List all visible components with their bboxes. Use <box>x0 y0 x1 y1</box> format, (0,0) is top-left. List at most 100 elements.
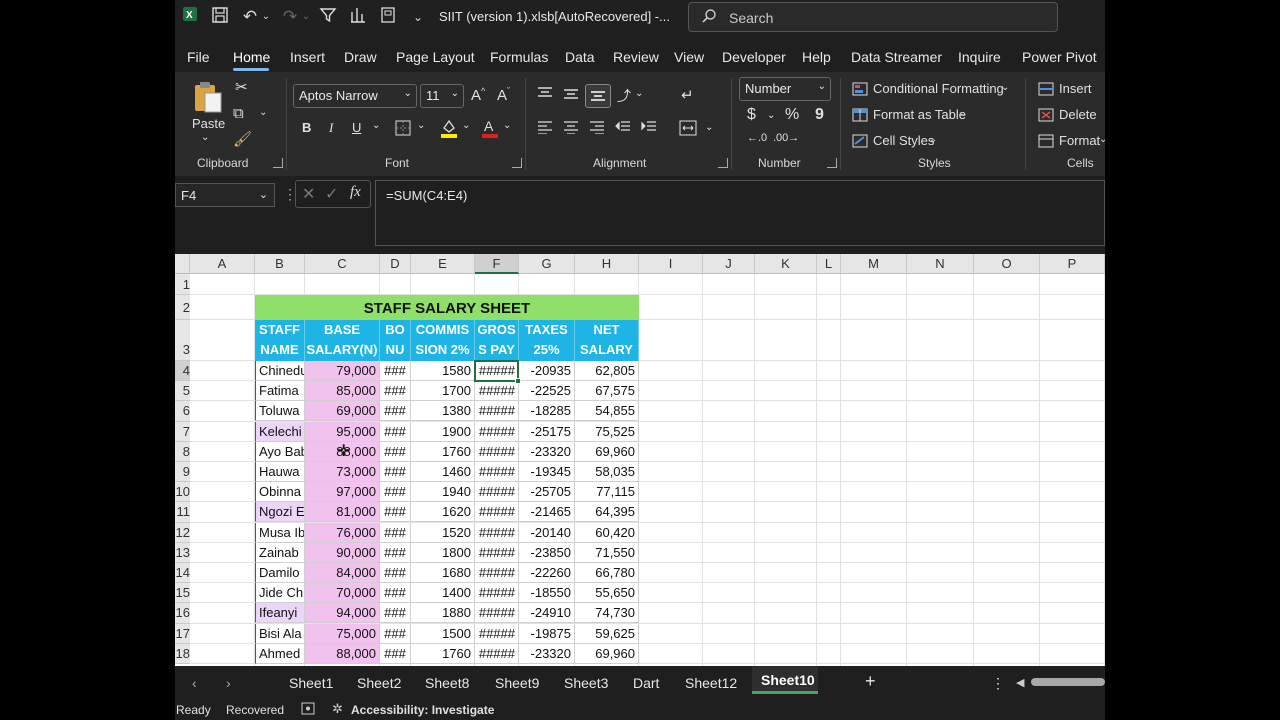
tab-view[interactable]: View <box>674 49 704 65</box>
chevron-down-icon[interactable]: ⌄ <box>1099 134 1105 145</box>
row-header-8[interactable]: 8 <box>175 441 190 462</box>
cell-bonus[interactable]: ### <box>380 401 411 422</box>
cell-gross[interactable]: ##### <box>475 421 519 442</box>
cell-taxes[interactable]: -19875 <box>519 623 575 644</box>
save-icon[interactable] <box>209 6 231 28</box>
cell-net[interactable]: 75,525 <box>575 421 639 442</box>
cell-bonus[interactable]: ### <box>380 482 411 503</box>
cell-name[interactable]: Ahmed <box>255 643 305 664</box>
copy-icon[interactable]: ⧉ <box>233 105 244 122</box>
cell-net[interactable]: 74,730 <box>575 603 639 624</box>
cell-taxes[interactable]: -21465 <box>519 502 575 523</box>
align-center-icon[interactable] <box>563 120 579 139</box>
column-header-k[interactable]: K <box>755 254 817 274</box>
table-header-cell[interactable]: NET SALARY <box>575 320 639 361</box>
cell-commission[interactable]: 1880 <box>411 603 475 624</box>
cell-gross[interactable]: ##### <box>475 542 519 563</box>
column-header-n[interactable]: N <box>907 254 974 274</box>
sheet-tab-sheet10[interactable]: Sheet10 <box>761 672 815 688</box>
column-header-o[interactable]: O <box>974 254 1040 274</box>
cell-name[interactable]: Toluwa <box>255 401 305 422</box>
insert-function-button[interactable]: fx <box>350 184 361 201</box>
scroll-left-icon[interactable]: ‹ <box>192 675 197 691</box>
sheet-tab-sheet1[interactable]: Sheet1 <box>289 675 333 691</box>
number-launcher-icon[interactable] <box>827 158 837 168</box>
column-header-d[interactable]: D <box>380 254 411 274</box>
cell-bonus[interactable]: ### <box>380 381 411 402</box>
row-header-4[interactable]: 4 <box>175 361 190 382</box>
column-header-j[interactable]: J <box>703 254 755 274</box>
cell-gross[interactable]: ##### <box>475 563 519 583</box>
font-name-select[interactable]: Aptos Narrow ⌄ <box>293 84 417 108</box>
cell-net[interactable]: 77,115 <box>575 482 639 503</box>
align-top-icon[interactable] <box>537 86 553 105</box>
sheet-tab-active[interactable]: Sheet10 <box>752 666 818 694</box>
cell-gross[interactable]: ##### <box>475 502 519 523</box>
cell-name[interactable]: Ayo Bab <box>255 441 305 462</box>
paste-dropdown-icon[interactable]: ⌄ <box>201 132 209 143</box>
macro-record-icon[interactable] <box>301 702 315 720</box>
select-all-corner[interactable] <box>175 254 190 274</box>
cell-commission[interactable]: 1900 <box>411 421 475 442</box>
tab-inquire[interactable]: Inquire <box>958 49 1001 65</box>
format-painter-icon[interactable]: 🖌 <box>233 130 252 148</box>
cell-bonus[interactable]: ### <box>380 583 411 604</box>
cell-gross[interactable]: ##### <box>475 381 519 402</box>
chevron-down-icon[interactable]: ⌄ <box>372 120 380 131</box>
row-header-6[interactable]: 6 <box>175 401 190 422</box>
chevron-down-icon[interactable]: ⌄ <box>255 6 277 28</box>
cell-taxes[interactable]: -23320 <box>519 643 575 664</box>
increase-decimal-icon[interactable]: ←.0 <box>747 132 767 144</box>
decrease-font-icon[interactable]: Aˇ <box>497 86 510 104</box>
decrease-indent-icon[interactable] <box>615 120 631 139</box>
row-header-13[interactable]: 13 <box>175 542 190 563</box>
cell-base[interactable]: 75,000 <box>305 623 380 644</box>
cell-name[interactable]: Bisi Ala <box>255 623 305 644</box>
sheet-tab-sheet3[interactable]: Sheet3 <box>564 675 608 691</box>
cell-net[interactable]: 71,550 <box>575 542 639 563</box>
row-header-9[interactable]: 9 <box>175 462 190 483</box>
cell-base[interactable]: 97,000 <box>305 482 380 503</box>
row-header-10[interactable]: 10 <box>175 482 190 503</box>
currency-button[interactable]: $ <box>747 106 756 124</box>
cell-taxes[interactable]: -22525 <box>519 381 575 402</box>
cell-taxes[interactable]: -20140 <box>519 522 575 543</box>
row-header-12[interactable]: 12 <box>175 522 190 543</box>
cell-commission[interactable]: 1520 <box>411 522 475 543</box>
cell-gross[interactable]: ##### <box>475 623 519 644</box>
cell-net[interactable]: 69,960 <box>575 643 639 664</box>
cancel-icon[interactable]: ✕ <box>302 184 315 204</box>
align-bottom-icon[interactable] <box>585 84 611 108</box>
cell-taxes[interactable]: -25175 <box>519 421 575 442</box>
clipboard-launcher-icon[interactable] <box>273 158 283 168</box>
fill-color-icon[interactable] <box>440 118 458 143</box>
column-header-p[interactable]: P <box>1040 254 1105 274</box>
cell-base[interactable]: 73,000 <box>305 462 380 482</box>
cell-gross[interactable]: ##### <box>475 522 519 543</box>
cell-base[interactable]: 85,000 <box>305 381 380 402</box>
font-color-icon[interactable]: A <box>481 118 499 143</box>
font-size-select[interactable]: 11 ⌄ <box>420 84 464 108</box>
delete-cells-button[interactable]: Delete <box>1059 107 1097 122</box>
formula-input[interactable]: =SUM(C4:E4) <box>375 180 1105 246</box>
column-header-a[interactable]: A <box>190 254 255 274</box>
worksheet-grid[interactable]: A B C D E F G H I J K L M N O P 1 2 3 4 5 6 7 8 9 10 11 12 13 14 15 16 1… <box>175 254 1105 666</box>
row-header-18[interactable]: 18 <box>175 643 190 664</box>
sheet-tab-sheet9[interactable]: Sheet9 <box>495 675 539 691</box>
number-format-select[interactable]: Number ⌄ <box>739 77 831 101</box>
cut-icon[interactable]: ✂ <box>235 78 248 96</box>
cell-base[interactable]: 69,000 <box>305 401 380 422</box>
chevron-down-icon[interactable]: ⌄ <box>1001 82 1009 93</box>
row-header-1[interactable]: 1 <box>175 274 190 295</box>
cell-base[interactable]: 90,000 <box>305 542 380 563</box>
cell-commission[interactable]: 1460 <box>411 462 475 482</box>
chevron-down-icon[interactable]: ⌄ <box>929 134 937 145</box>
cell-bonus[interactable]: ### <box>380 522 411 543</box>
align-middle-icon[interactable] <box>563 88 579 107</box>
tab-page-layout[interactable]: Page Layout <box>396 49 475 65</box>
enter-icon[interactable]: ✓ <box>325 184 338 204</box>
column-header-g[interactable]: G <box>519 254 575 274</box>
comma-style-button[interactable]: 9 <box>815 106 824 124</box>
underline-button[interactable]: U <box>352 120 361 135</box>
cell-styles-button[interactable]: Cell Styles <box>873 133 934 148</box>
